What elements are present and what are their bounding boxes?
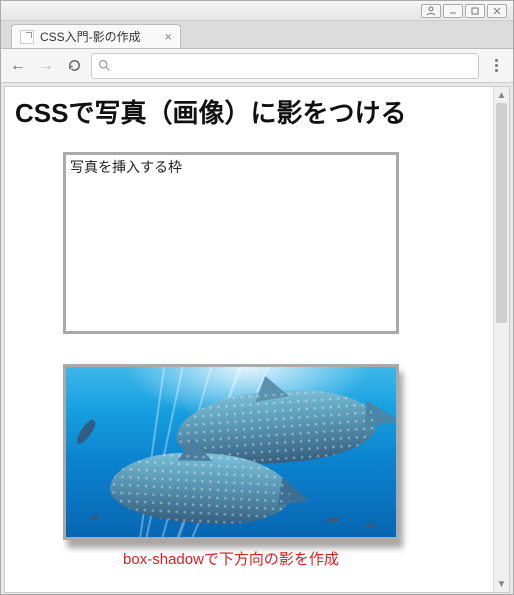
search-icon	[98, 59, 111, 72]
photo-with-shadow	[63, 364, 399, 540]
browser-tab[interactable]: CSS入門-影の作成 ×	[11, 24, 181, 48]
aquarium-image	[66, 367, 396, 537]
maximize-icon[interactable]	[465, 4, 485, 18]
user-icon[interactable]	[421, 4, 441, 18]
forward-button[interactable]: →	[35, 55, 57, 77]
document-icon	[20, 30, 34, 44]
menu-icon[interactable]	[485, 55, 507, 77]
scroll-up-icon[interactable]: ▲	[494, 87, 509, 103]
address-bar[interactable]	[91, 53, 479, 79]
image-caption: box-shadowで下方向の影を作成	[63, 548, 399, 569]
page-content: CSSで写真（画像）に影をつける 写真を挿入する枠 box-shadowで下方向…	[5, 87, 493, 592]
scroll-thumb[interactable]	[496, 103, 507, 323]
tab-strip: CSS入門-影の作成 ×	[1, 21, 513, 49]
photo-placeholder-frame: 写真を挿入する枠	[63, 152, 399, 334]
page-title: CSSで写真（画像）に影をつける	[15, 93, 483, 130]
tab-close-icon[interactable]: ×	[164, 30, 172, 43]
minimize-icon[interactable]	[443, 4, 463, 18]
frame-label: 写真を挿入する枠	[70, 159, 182, 175]
close-icon[interactable]	[487, 4, 507, 18]
browser-toolbar: ← →	[1, 49, 513, 83]
back-button[interactable]: ←	[7, 55, 29, 77]
page-viewport: CSSで写真（画像）に影をつける 写真を挿入する枠 box-shadowで下方向…	[4, 86, 510, 593]
reload-button[interactable]	[63, 55, 85, 77]
tab-title: CSS入門-影の作成	[40, 28, 141, 45]
window-titlebar	[1, 1, 513, 21]
scroll-down-icon[interactable]: ▼	[494, 576, 509, 592]
vertical-scrollbar[interactable]: ▲ ▼	[493, 87, 509, 592]
